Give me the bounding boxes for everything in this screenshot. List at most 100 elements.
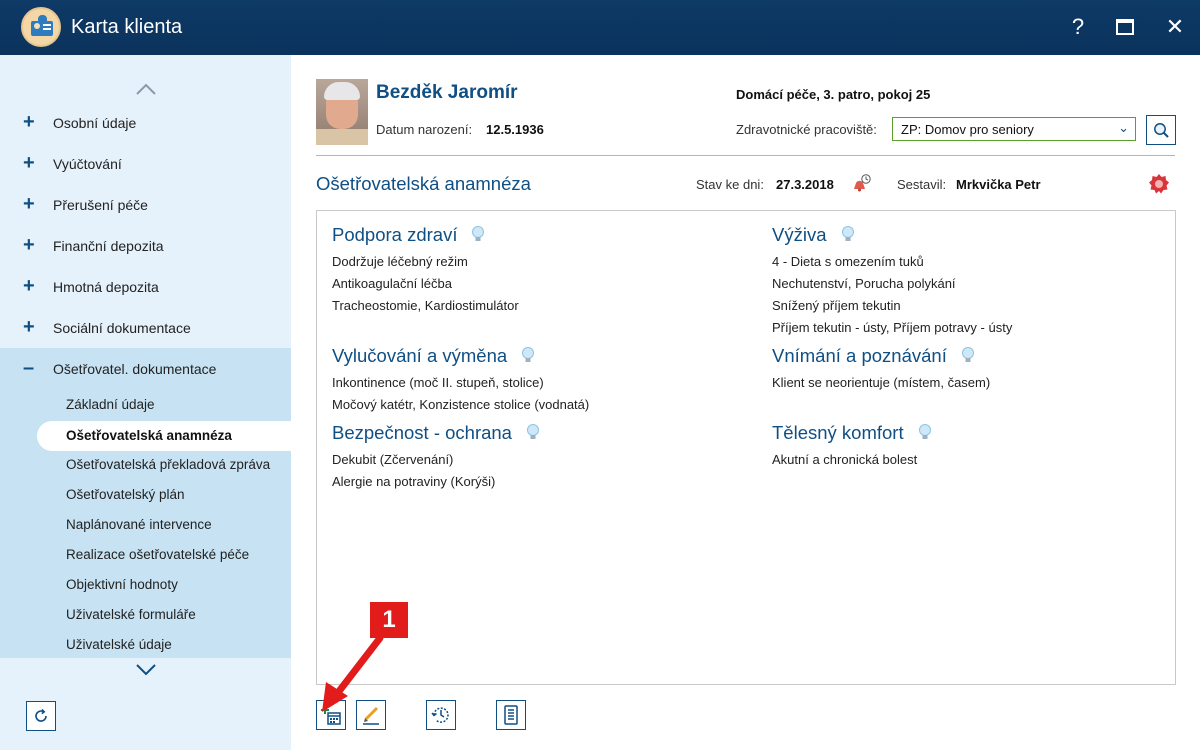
- author-label: Sestavil:: [897, 177, 947, 192]
- anamnesis-panel: Podpora zdraví Dodržuje léčebný režim An…: [316, 210, 1176, 685]
- sidebar-item-financni-depozita[interactable]: + Finanční depozita: [0, 225, 291, 266]
- category-line: Snížený příjem tekutin: [772, 298, 901, 313]
- subitem-osetrovatelska-anamneza[interactable]: Ošetřovatelská anamnéza: [37, 421, 291, 451]
- expand-icon: +: [23, 111, 35, 133]
- sidebar-item-label: Osobní údaje: [53, 114, 137, 131]
- subitem-realizace-pece[interactable]: Realizace ošetřovatelské péče: [66, 547, 249, 562]
- category-vnimani: Vnímání a poznávání Klient se neorientuj…: [772, 343, 1172, 391]
- sidebar-item-vyuctovani[interactable]: + Vyúčtování: [0, 143, 291, 184]
- subitem-uzivatelske-formulare[interactable]: Uživatelské formuláře: [66, 607, 196, 622]
- category-telesny-komfort: Tělesný komfort Akutní a chronická boles…: [772, 420, 1172, 468]
- annotation-arrow-icon: [322, 634, 384, 712]
- workplace-value: ZP: Domov pro seniory: [901, 122, 1034, 137]
- workplace-search-button[interactable]: [1146, 115, 1176, 145]
- alarm-icon[interactable]: [850, 173, 872, 193]
- subitem-uzivatelske-udaje[interactable]: Uživatelské údaje: [66, 637, 172, 652]
- header-divider: [316, 155, 1175, 156]
- close-button[interactable]: ✕: [1158, 10, 1192, 44]
- history-icon: [431, 707, 449, 723]
- sidebar: + Osobní údaje + Vyúčtování + Přerušení péč…: [0, 55, 291, 750]
- sidebar-item-label: Hmotná depozita: [53, 278, 159, 295]
- help-button[interactable]: ?: [1061, 10, 1095, 44]
- subitem-label: Ošetřovatelská anamnéza: [66, 428, 232, 443]
- subitem-zakladni-udaje[interactable]: Základní údaje: [66, 397, 155, 412]
- scroll-down-icon[interactable]: [134, 660, 158, 680]
- history-button[interactable]: [426, 700, 456, 730]
- category-line: Alergie na potraviny (Korýši): [332, 474, 496, 489]
- title-bar: Karta klienta ? ✕: [0, 0, 1200, 55]
- subitem-naplanovane-intervence[interactable]: Naplánované intervence: [66, 517, 212, 532]
- maximize-button[interactable]: [1108, 10, 1142, 44]
- lightbulb-icon[interactable]: [961, 346, 975, 366]
- category-title: Podpora zdraví: [332, 224, 458, 245]
- sidebar-item-preruseni-pece[interactable]: + Přerušení péče: [0, 184, 291, 225]
- category-line: Močový katétr, Konzistence stolice (vodn…: [332, 397, 590, 412]
- category-line: Dodržuje léčebný režim: [332, 254, 468, 269]
- client-card-icon: [21, 7, 61, 47]
- expand-icon: +: [23, 275, 35, 297]
- main-content: Bezděk Jaromír Datum narození: 12.5.1936…: [291, 55, 1200, 750]
- category-line: 4 - Dieta s omezením tuků: [772, 254, 924, 269]
- category-title: Vylučování a výměna: [332, 345, 508, 366]
- author-value: Mrkvička Petr: [956, 177, 1041, 192]
- category-vyziva: Výživa 4 - Dieta s omezením tuků Nechute…: [772, 222, 1172, 336]
- subitem-prekladova-zprava[interactable]: Ošetřovatelská překladová zpráva: [66, 457, 270, 472]
- category-bezpecnost: Bezpečnost - ochrana Dekubit (Zčervenání…: [332, 420, 732, 490]
- seal-icon[interactable]: [1148, 173, 1170, 195]
- category-title: Tělesný komfort: [772, 422, 904, 443]
- lightbulb-icon[interactable]: [521, 346, 535, 366]
- category-line: Nechutenství, Porucha polykání: [772, 276, 956, 291]
- lightbulb-icon[interactable]: [471, 225, 485, 245]
- document-icon: [504, 705, 518, 725]
- collapse-icon: –: [23, 357, 35, 379]
- search-icon: [1154, 123, 1169, 138]
- state-date-label: Stav ke dni:: [696, 177, 764, 192]
- category-line: Akutní a chronická bolest: [772, 452, 918, 467]
- dob-label: Datum narození:: [376, 122, 473, 137]
- sidebar-item-label: Finanční depozita: [53, 237, 164, 254]
- chevron-down-icon: ⌄: [1118, 120, 1129, 135]
- category-line: Antikoagulační léčba: [332, 276, 452, 291]
- refresh-icon: [35, 708, 47, 722]
- refresh-button[interactable]: [26, 701, 56, 731]
- sidebar-item-socialni-dokumentace[interactable]: + Sociální dokumentace: [0, 307, 291, 348]
- category-title: Vnímání a poznávání: [772, 345, 947, 366]
- expand-icon: +: [23, 234, 35, 256]
- patient-location: Domácí péče, 3. patro, pokoj 25: [736, 87, 931, 102]
- category-line: Dekubit (Zčervenání): [332, 452, 454, 467]
- maximize-icon: [1116, 19, 1134, 35]
- sidebar-item-label: Ošetřovatel. dokumentace: [53, 360, 217, 377]
- expand-icon: +: [23, 316, 35, 338]
- window-title: Karta klienta: [71, 16, 183, 38]
- category-title: Bezpečnost - ochrana: [332, 422, 512, 443]
- subitem-objektivni-hodnoty[interactable]: Objektivní hodnoty: [66, 577, 178, 592]
- dob-value: 12.5.1936: [486, 122, 544, 137]
- category-line: Příjem tekutin - ústy, Příjem potravy - …: [772, 320, 1013, 335]
- sidebar-item-hmotna-depozita[interactable]: + Hmotná depozita: [0, 266, 291, 307]
- subitem-osetrovatelsky-plan[interactable]: Ošetřovatelský plán: [66, 487, 185, 502]
- expand-icon: +: [23, 152, 35, 174]
- sidebar-item-osobni-udaje[interactable]: + Osobní údaje: [0, 102, 291, 143]
- category-line: Klient se neorientuje (místem, časem): [772, 375, 991, 390]
- patient-name: Bezděk Jaromír: [376, 82, 518, 103]
- category-line: Tracheostomie, Kardiostimulátor: [332, 298, 519, 313]
- section-title: Ošetřovatelská anamnéza: [316, 173, 531, 194]
- lightbulb-icon[interactable]: [918, 423, 932, 443]
- sidebar-item-label: Vyúčtování: [53, 155, 122, 172]
- expand-icon: +: [23, 193, 35, 215]
- category-line: Inkontinence (moč II. stupeň, stolice): [332, 375, 544, 390]
- document-button[interactable]: [496, 700, 526, 730]
- workplace-select[interactable]: ZP: Domov pro seniory ⌄: [892, 117, 1136, 141]
- lightbulb-icon[interactable]: [841, 225, 855, 245]
- patient-photo: [316, 79, 368, 145]
- annotation-marker: 1: [370, 602, 408, 638]
- category-title: Výživa: [772, 224, 827, 245]
- category-vylucovani: Vylučování a výměna Inkontinence (moč II…: [332, 343, 732, 413]
- sidebar-item-label: Přerušení péče: [53, 196, 148, 213]
- sidebar-item-label: Sociální dokumentace: [53, 319, 191, 336]
- sidebar-item-osetrovatel-dokumentace[interactable]: – Ošetřovatel. dokumentace: [0, 348, 291, 389]
- lightbulb-icon[interactable]: [526, 423, 540, 443]
- category-podpora-zdravi: Podpora zdraví Dodržuje léčebný režim An…: [332, 222, 732, 314]
- scroll-up-icon[interactable]: [134, 79, 158, 99]
- state-date-value: 27.3.2018: [776, 177, 834, 192]
